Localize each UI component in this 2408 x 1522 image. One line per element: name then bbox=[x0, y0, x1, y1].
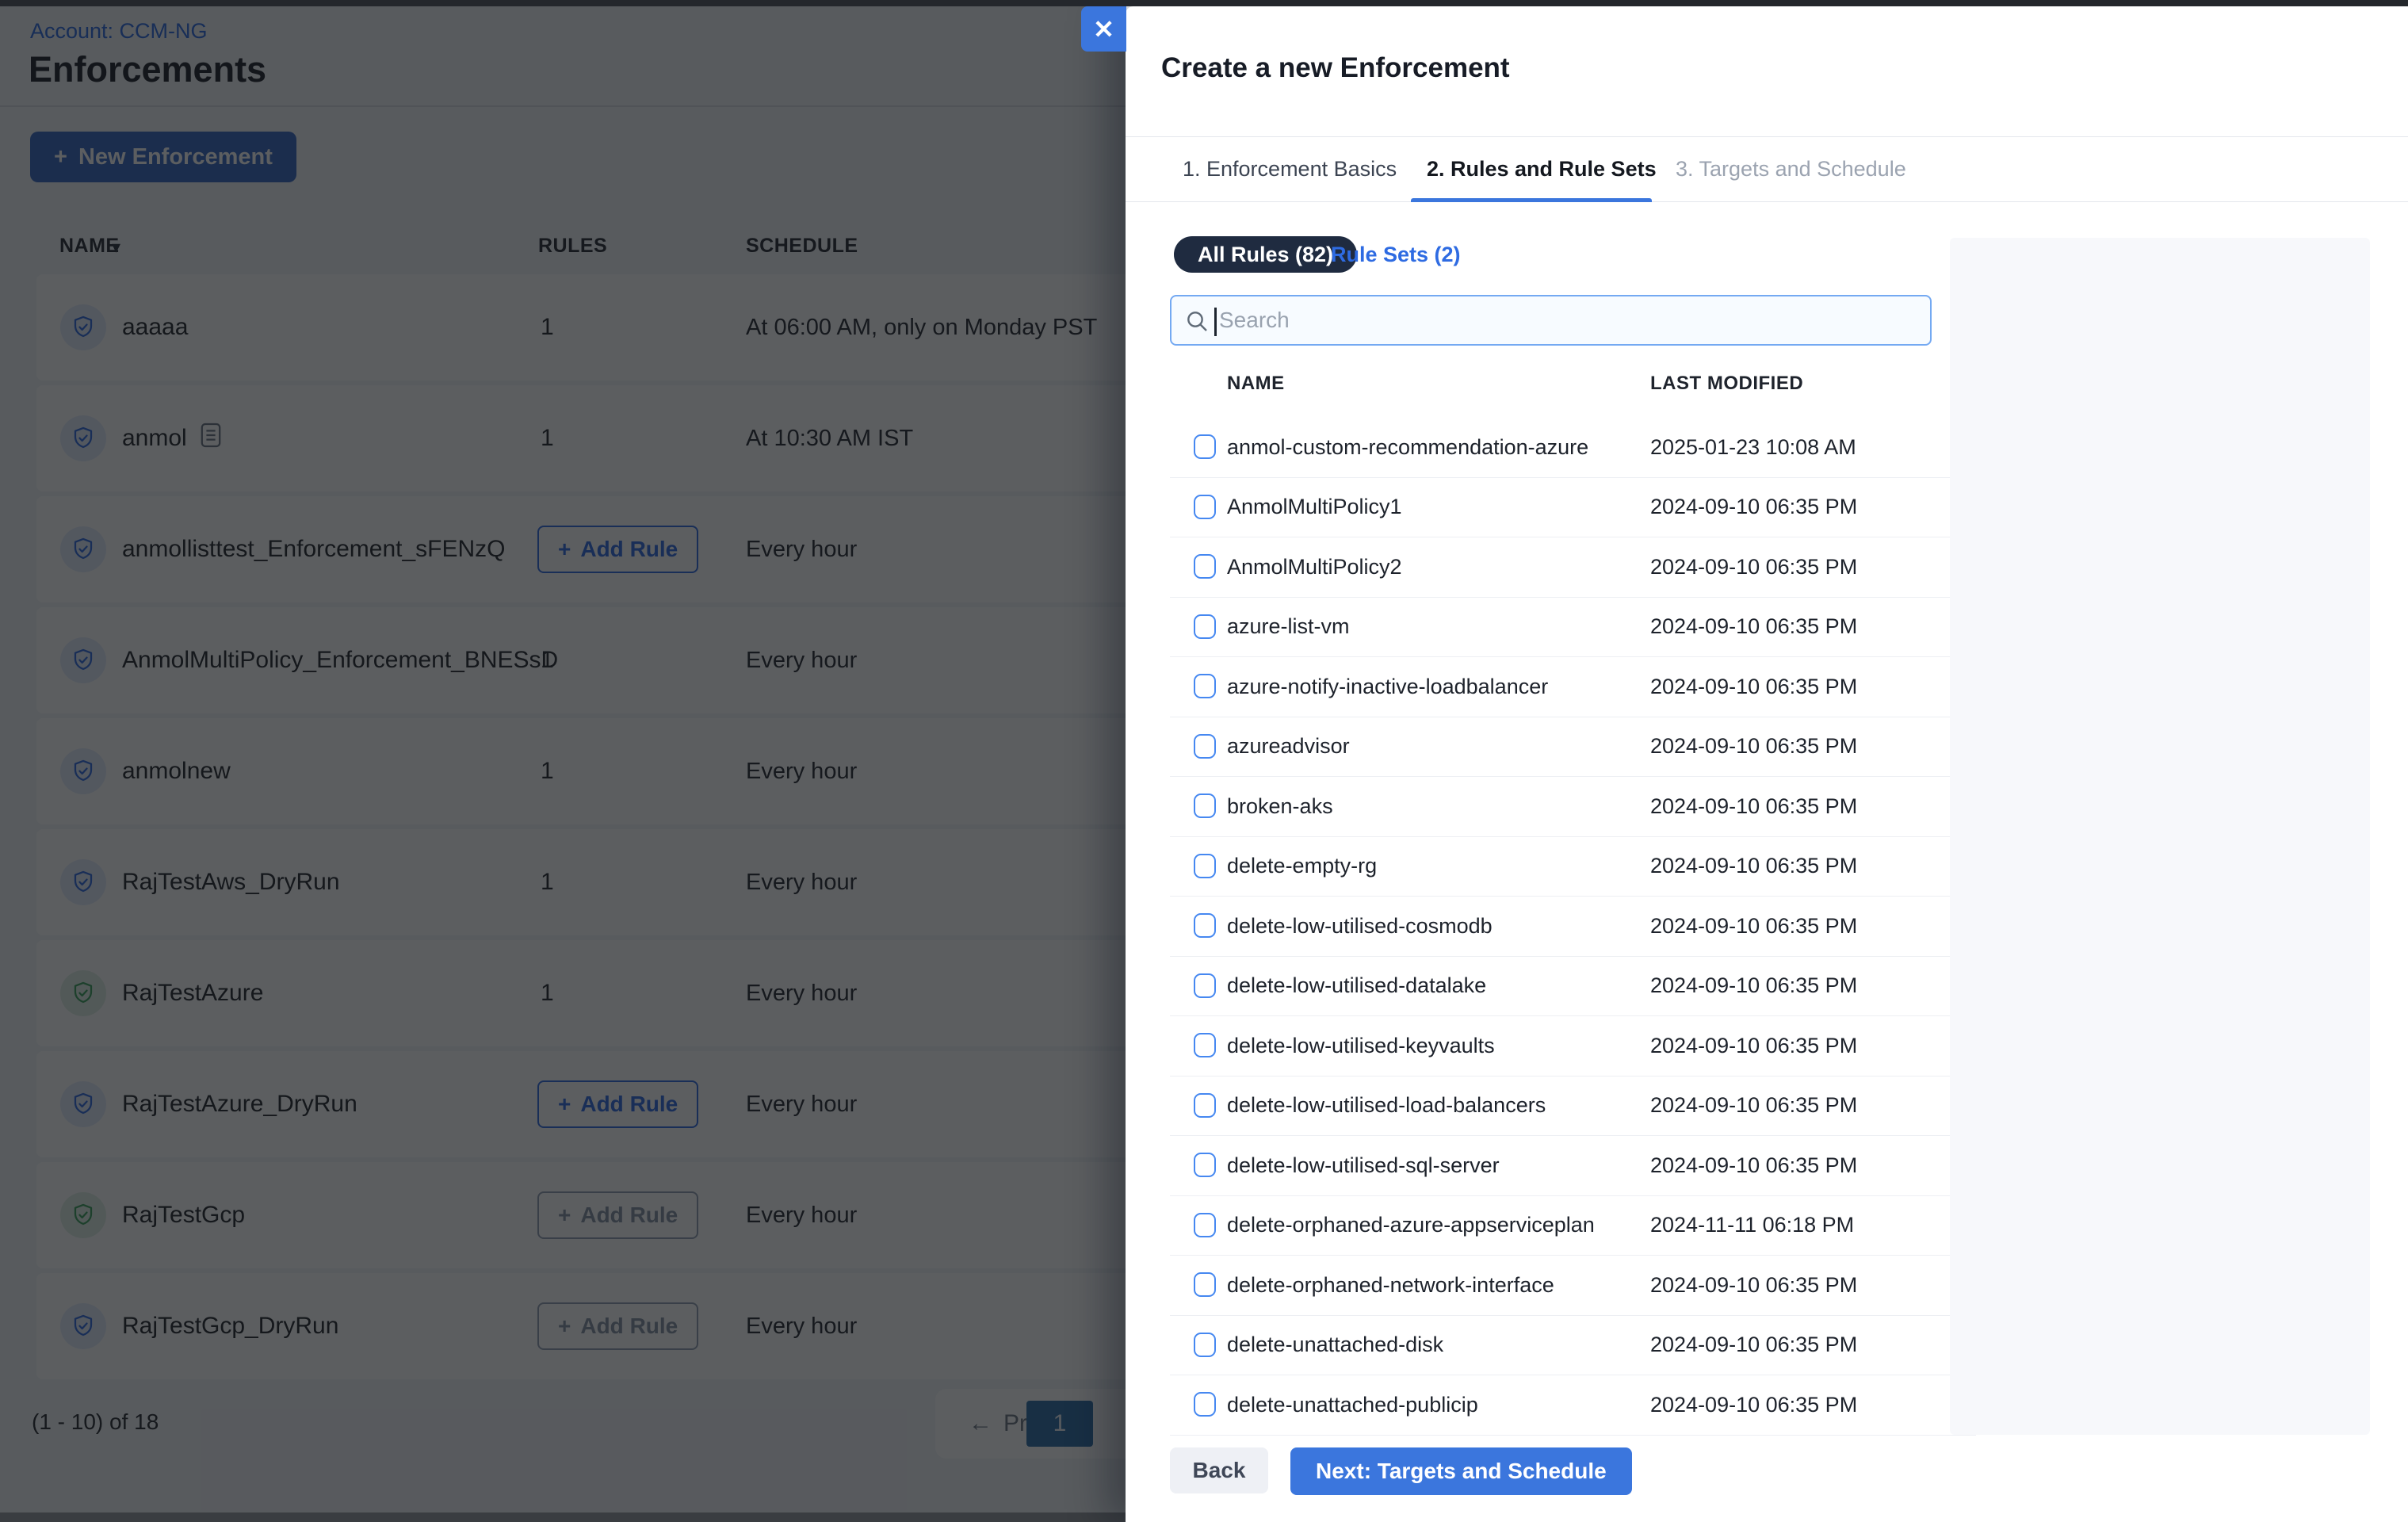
rule-name: anmol-custom-recommendation-azure bbox=[1227, 418, 1588, 476]
rule-checkbox[interactable] bbox=[1194, 495, 1216, 519]
rule-row: delete-low-utilised-load-balancers 2024-0… bbox=[1170, 1076, 1976, 1137]
rule-row: delete-low-utilised-datalake 2024-09-10 0… bbox=[1170, 957, 1976, 1017]
rule-row: delete-orphaned-network-interface 2024-09… bbox=[1170, 1256, 1976, 1316]
rule-last-modified: 2024-11-11 06:18 PM bbox=[1650, 1196, 1854, 1255]
rule-last-modified: 2024-09-10 06:35 PM bbox=[1650, 717, 1857, 776]
rule-checkbox[interactable] bbox=[1194, 854, 1216, 878]
rule-last-modified: 2024-09-10 06:35 PM bbox=[1650, 777, 1857, 836]
window-top-edge bbox=[0, 0, 2408, 6]
rule-checkbox[interactable] bbox=[1194, 1213, 1216, 1237]
rule-checkbox[interactable] bbox=[1194, 1272, 1216, 1297]
rule-last-modified: 2024-09-10 06:35 PM bbox=[1650, 1375, 1857, 1434]
rule-name: broken-aks bbox=[1227, 777, 1333, 836]
rule-last-modified: 2024-09-10 06:35 PM bbox=[1650, 897, 1857, 955]
step-rules-and-rule-sets[interactable]: 2. Rules and Rule Sets bbox=[1427, 137, 1657, 201]
rules-table: anmol-custom-recommendation-azure 2025-01… bbox=[1170, 418, 1976, 1436]
preview-panel bbox=[1950, 238, 2370, 1435]
rule-row: broken-aks 2024-09-10 06:35 PM bbox=[1170, 777, 1976, 837]
rule-row: AnmolMultiPolicy2 2024-09-10 06:35 PM bbox=[1170, 537, 1976, 598]
rule-row: delete-orphaned-azure-appserviceplan 2024… bbox=[1170, 1196, 1976, 1256]
rule-name: delete-unattached-disk bbox=[1227, 1316, 1443, 1375]
rule-checkbox[interactable] bbox=[1194, 1093, 1216, 1118]
rule-checkbox[interactable] bbox=[1194, 1153, 1216, 1177]
rule-checkbox[interactable] bbox=[1194, 1333, 1216, 1357]
rule-last-modified: 2024-09-10 06:35 PM bbox=[1650, 957, 1857, 1015]
rule-last-modified: 2024-09-10 06:35 PM bbox=[1650, 657, 1857, 716]
close-drawer-button[interactable]: ✕ bbox=[1081, 6, 1126, 52]
rule-last-modified: 2024-09-10 06:35 PM bbox=[1650, 1316, 1857, 1375]
rule-name: delete-low-utilised-keyvaults bbox=[1227, 1016, 1495, 1075]
rule-last-modified: 2024-09-10 06:35 PM bbox=[1650, 837, 1857, 896]
window-bottom-edge bbox=[0, 1512, 1126, 1522]
rule-checkbox[interactable] bbox=[1194, 973, 1216, 998]
rule-last-modified: 2025-01-23 10:08 AM bbox=[1650, 418, 1856, 476]
rule-row: delete-unattached-publicip 2024-09-10 06:… bbox=[1170, 1375, 1976, 1436]
step-targets-and-schedule: 3. Targets and Schedule bbox=[1676, 137, 1906, 201]
rule-checkbox[interactable] bbox=[1194, 913, 1216, 938]
rule-last-modified: 2024-09-10 06:35 PM bbox=[1650, 1076, 1857, 1135]
rule-name: AnmolMultiPolicy1 bbox=[1227, 478, 1402, 537]
rule-row: delete-low-utilised-keyvaults 2024-09-10 … bbox=[1170, 1016, 1976, 1076]
rule-name: delete-low-utilised-load-balancers bbox=[1227, 1076, 1546, 1135]
rule-row: delete-low-utilised-cosmodb 2024-09-10 06… bbox=[1170, 897, 1976, 957]
drawer-title: Create a new Enforcement bbox=[1161, 52, 1510, 84]
rule-checkbox[interactable] bbox=[1194, 1033, 1216, 1057]
rule-name: delete-low-utilised-sql-server bbox=[1227, 1136, 1500, 1195]
rule-name: delete-low-utilised-datalake bbox=[1227, 957, 1486, 1015]
rule-name: delete-unattached-publicip bbox=[1227, 1375, 1478, 1434]
rule-row: anmol-custom-recommendation-azure 2025-01… bbox=[1170, 418, 1976, 478]
rule-row: azureadvisor 2024-09-10 06:35 PM bbox=[1170, 717, 1976, 778]
rule-last-modified: 2024-09-10 06:35 PM bbox=[1650, 1256, 1857, 1314]
rule-last-modified: 2024-09-10 06:35 PM bbox=[1650, 1016, 1857, 1075]
rule-name: delete-orphaned-network-interface bbox=[1227, 1256, 1554, 1314]
rules-column-modified: LAST MODIFIED bbox=[1650, 373, 1803, 395]
rule-name: delete-orphaned-azure-appserviceplan bbox=[1227, 1196, 1595, 1255]
wizard-steps: 1. Enforcement Basics 2. Rules and Rule … bbox=[1126, 136, 2408, 202]
rules-search bbox=[1170, 295, 1932, 346]
screen: Account: CCM-NG Enforcements + New Enfor… bbox=[0, 0, 2408, 1522]
rule-last-modified: 2024-09-10 06:35 PM bbox=[1650, 537, 1857, 596]
step-enforcement-basics[interactable]: 1. Enforcement Basics bbox=[1183, 137, 1397, 201]
back-button[interactable]: Back bbox=[1170, 1447, 1268, 1493]
rule-row: azure-list-vm 2024-09-10 06:35 PM bbox=[1170, 598, 1976, 658]
rule-checkbox[interactable] bbox=[1194, 614, 1216, 639]
rule-row: AnmolMultiPolicy1 2024-09-10 06:35 PM bbox=[1170, 478, 1976, 538]
rule-name: delete-low-utilised-cosmodb bbox=[1227, 897, 1493, 955]
tab-rule-sets[interactable]: Rule Sets (2) bbox=[1326, 236, 1466, 273]
active-step-underline bbox=[1411, 198, 1652, 202]
rule-checkbox[interactable] bbox=[1194, 734, 1216, 759]
rule-name: azure-notify-inactive-loadbalancer bbox=[1227, 657, 1548, 716]
rule-name: delete-empty-rg bbox=[1227, 837, 1377, 896]
search-input[interactable] bbox=[1172, 296, 1930, 344]
rule-checkbox[interactable] bbox=[1194, 674, 1216, 698]
rule-row: delete-low-utilised-sql-server 2024-09-10… bbox=[1170, 1136, 1976, 1196]
create-enforcement-drawer: Create a new Enforcement 1. Enforcement … bbox=[1126, 6, 2408, 1522]
rule-row: azure-notify-inactive-loadbalancer 2024-0… bbox=[1170, 657, 1976, 717]
rule-name: azureadvisor bbox=[1227, 717, 1350, 776]
rule-row: delete-empty-rg 2024-09-10 06:35 PM bbox=[1170, 837, 1976, 897]
rule-last-modified: 2024-09-10 06:35 PM bbox=[1650, 478, 1857, 537]
rule-last-modified: 2024-09-10 06:35 PM bbox=[1650, 1136, 1857, 1195]
rule-checkbox[interactable] bbox=[1194, 1392, 1216, 1417]
rule-checkbox[interactable] bbox=[1194, 554, 1216, 579]
rule-name: AnmolMultiPolicy2 bbox=[1227, 537, 1402, 596]
modal-dim-overlay bbox=[0, 0, 1126, 1522]
close-icon: ✕ bbox=[1093, 14, 1114, 44]
rules-column-name: NAME bbox=[1227, 373, 1285, 395]
rule-last-modified: 2024-09-10 06:35 PM bbox=[1650, 598, 1857, 656]
next-targets-schedule-button[interactable]: Next: Targets and Schedule bbox=[1290, 1447, 1632, 1495]
rule-checkbox[interactable] bbox=[1194, 794, 1216, 818]
rule-name: azure-list-vm bbox=[1227, 598, 1350, 656]
rule-row: delete-unattached-disk 2024-09-10 06:35 P… bbox=[1170, 1316, 1976, 1376]
rule-checkbox[interactable] bbox=[1194, 434, 1216, 459]
